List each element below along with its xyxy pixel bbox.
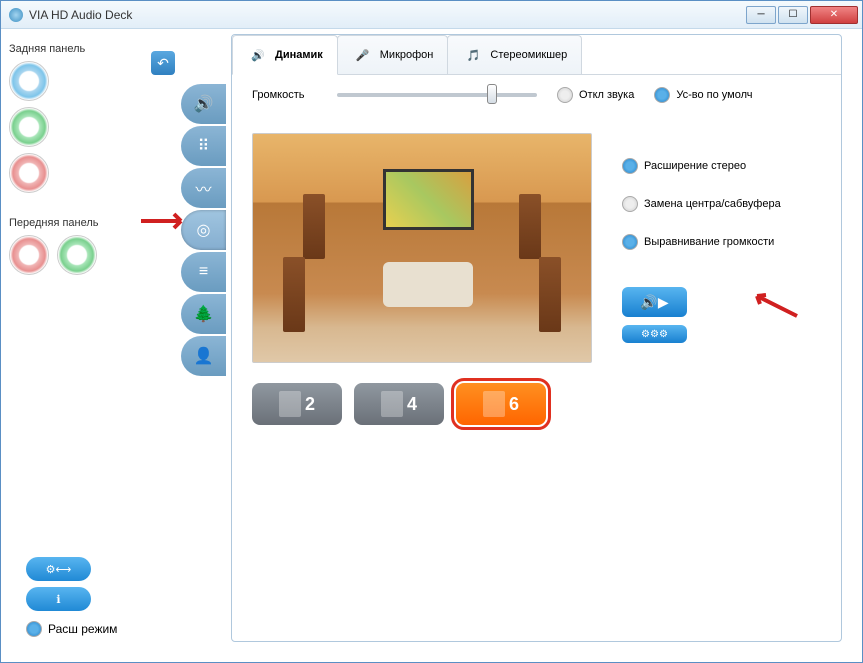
swap-center-label: Замена центра/сабвуфера (644, 198, 781, 210)
sidebar-icons: 🔊 ⠿ 〰 ◎ ≡ 🌲 👤 (181, 29, 226, 662)
toolbar-button-1[interactable]: ⚙⟷ (26, 557, 91, 581)
mute-radio[interactable] (557, 87, 573, 103)
nav-person-icon[interactable]: 👤 (181, 336, 226, 376)
tab-label: Микрофон (380, 49, 434, 61)
default-device-radio[interactable] (654, 87, 670, 103)
volume-leveling-option[interactable]: Выравнивание громкости (622, 234, 781, 250)
minimize-button[interactable]: ─ (746, 6, 776, 24)
config-button[interactable]: ⚙⚙⚙ (622, 325, 687, 343)
room-preview (252, 133, 592, 363)
titlebar: VIA HD Audio Deck ─ ☐ ✕ (1, 1, 862, 29)
jack-line-out[interactable] (9, 107, 49, 147)
nav-wave-icon[interactable]: 〰 (181, 168, 226, 208)
stereo-expand-radio[interactable] (622, 158, 638, 174)
jack-line-in[interactable] (9, 61, 49, 101)
mixer-icon: 🎵 (462, 44, 484, 66)
stereo-expand-option[interactable]: Расширение стерео (622, 158, 781, 174)
tab-label: Стереомикшер (490, 49, 567, 61)
front-jack-headphone[interactable] (57, 235, 97, 275)
couch (383, 262, 473, 307)
speaker-rear-left (303, 194, 325, 259)
tabs: 🔊 Динамик 🎤 Микрофон 🎵 Стереомикшер (232, 35, 841, 75)
speaker-front-right (539, 257, 561, 332)
nav-speakers-icon[interactable]: ⠿ (181, 126, 226, 166)
config-6-label: 6 (509, 394, 519, 415)
config-4-label: 4 (407, 394, 417, 415)
tab-microphone[interactable]: 🎤 Микрофон (337, 35, 449, 74)
volume-leveling-label: Выравнивание громкости (644, 236, 774, 248)
volume-leveling-radio[interactable] (622, 234, 638, 250)
nav-environment-icon[interactable]: 🌲 (181, 294, 226, 334)
toolbar-button-2[interactable]: ℹ (26, 587, 91, 611)
expand-mode-option[interactable]: Расш режим (26, 621, 117, 637)
reset-button[interactable]: ↶ (151, 51, 175, 75)
swap-center-option[interactable]: Замена центра/сабвуфера (622, 196, 781, 212)
mute-option[interactable]: Откл звука (557, 87, 634, 103)
speaker-4-icon (381, 391, 403, 417)
speaker-front-left (283, 257, 305, 332)
tab-label: Динамик (275, 49, 323, 61)
stereo-expand-label: Расширение стерео (644, 160, 746, 172)
nav-subwoofer-icon[interactable]: ◎ (181, 210, 226, 250)
window-title: VIA HD Audio Deck (29, 8, 746, 22)
volume-slider[interactable] (337, 93, 537, 97)
speaker-6-icon (483, 391, 505, 417)
microphone-icon: 🎤 (352, 44, 374, 66)
speaker-config-row: 2 4 6 (252, 383, 821, 425)
expand-mode-label: Расш режим (48, 622, 117, 636)
nav-equalizer-icon[interactable]: ≡ (181, 252, 226, 292)
front-panel-label: Передняя панель (9, 217, 173, 229)
tab-stereo-mixer[interactable]: 🎵 Стереомикшер (447, 35, 582, 74)
swap-center-radio[interactable] (622, 196, 638, 212)
close-button[interactable]: ✕ (810, 6, 858, 24)
config-2-button[interactable]: 2 (252, 383, 342, 425)
jack-mic[interactable] (9, 153, 49, 193)
volume-label: Громкость (252, 89, 317, 101)
rear-panel-label: Задняя панель (9, 43, 173, 55)
mute-label: Откл звука (579, 89, 634, 101)
app-icon (9, 8, 23, 22)
main-content: 🔊 Динамик 🎤 Микрофон 🎵 Стереомикшер (226, 29, 862, 662)
play-test-button[interactable]: 🔊▶ (622, 287, 687, 317)
maximize-button[interactable]: ☐ (778, 6, 808, 24)
config-4-button[interactable]: 4 (354, 383, 444, 425)
volume-slider-thumb[interactable] (487, 84, 497, 104)
nav-volume-icon[interactable]: 🔊 (181, 84, 226, 124)
expand-mode-radio[interactable] (26, 621, 42, 637)
speaker-2-icon (279, 391, 301, 417)
default-device-option[interactable]: Ус-во по умолч (654, 87, 752, 103)
front-jack-mic[interactable] (9, 235, 49, 275)
default-device-label: Ус-во по умолч (676, 89, 752, 101)
speaker-icon: 🔊 (247, 44, 269, 66)
config-6-button[interactable]: 6 (456, 383, 546, 425)
tab-speaker[interactable]: 🔊 Динамик (232, 35, 338, 75)
speaker-rear-right (519, 194, 541, 259)
config-2-label: 2 (305, 394, 315, 415)
